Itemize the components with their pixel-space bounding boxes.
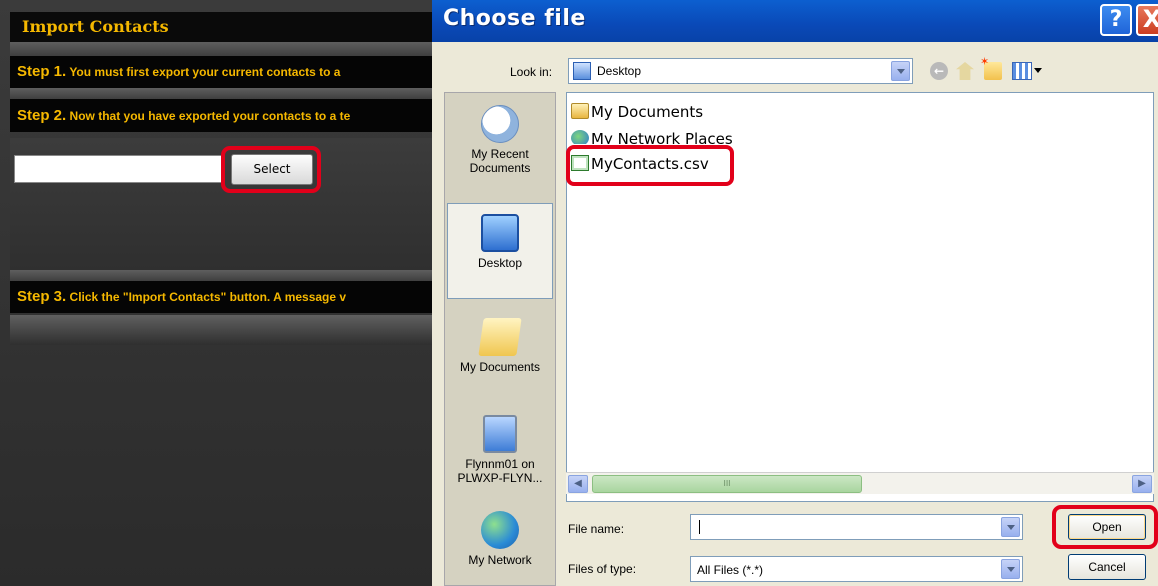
select-highlight-ring (221, 146, 321, 193)
new-folder-icon[interactable] (980, 55, 1002, 80)
folder-icon (571, 103, 589, 119)
chevron-down-icon[interactable] (1001, 559, 1020, 579)
desktop-icon (573, 62, 591, 80)
dialog-title: Choose file (443, 6, 586, 31)
separator (10, 88, 432, 99)
back-icon[interactable]: ← (930, 62, 948, 80)
separator (10, 270, 432, 281)
desktop-icon (481, 214, 519, 252)
place-my-computer[interactable]: Flynnm01 on PLWXP-FLYN... (447, 415, 553, 485)
step1-number: Step 1. (17, 63, 67, 80)
dialog-title-bar[interactable]: Choose file ? X (432, 0, 1158, 42)
up-folder-icon[interactable] (956, 62, 974, 80)
step3-text: Click the "Import Contacts" button. A me… (69, 290, 347, 304)
place-label: My Recent Documents (469, 147, 531, 175)
step3-number: Step 3. (17, 288, 67, 305)
scrollbar-thumb[interactable]: III (592, 475, 862, 493)
separator (10, 42, 432, 56)
clock-icon (481, 105, 519, 143)
scroll-right-icon[interactable]: ▶ (1132, 475, 1152, 493)
file-name-label: File name: (568, 522, 625, 536)
files-of-type-value: All Files (*.*) (697, 563, 764, 577)
open-highlight-ring (1052, 505, 1158, 549)
place-label: My Network (468, 553, 532, 567)
place-label: Desktop (477, 256, 523, 270)
scroll-left-icon[interactable]: ◀ (568, 475, 588, 493)
list-item[interactable]: My Documents (571, 103, 703, 121)
import-file-path-input[interactable] (14, 155, 224, 183)
close-button[interactable]: X (1136, 4, 1158, 36)
file-name: My Network Places (591, 130, 733, 144)
cancel-button[interactable]: Cancel (1068, 554, 1146, 580)
place-label: My Documents (459, 360, 541, 374)
network-globe-icon (571, 130, 589, 144)
places-bar: My Recent Documents Desktop My Documents… (444, 92, 556, 586)
chevron-down-icon[interactable] (891, 61, 910, 81)
horizontal-scrollbar[interactable]: ◀ III ▶ (566, 472, 1154, 494)
place-my-documents[interactable]: My Documents (447, 318, 553, 374)
choose-file-dialog: Choose file ? X Look in: Desktop ← My Re… (432, 0, 1158, 586)
step1-bar: Step 1. You must first export your curre… (10, 56, 432, 88)
network-globe-icon (481, 511, 519, 549)
step3-body (10, 315, 432, 345)
files-of-type-label: Files of type: (568, 562, 637, 576)
step3-bar: Step 3. Click the "Import Contacts" butt… (10, 281, 432, 313)
files-of-type-dropdown[interactable]: All Files (*.*) (690, 556, 1023, 582)
place-my-network[interactable]: My Network (447, 511, 553, 567)
step2-number: Step 2. (17, 107, 67, 124)
step1-text: You must first export your current conta… (69, 65, 341, 79)
import-contacts-title: Import Contacts (10, 12, 432, 42)
step2-text: Now that you have exported your contacts… (69, 109, 351, 123)
place-my-recent-documents[interactable]: My Recent Documents (447, 105, 553, 175)
step2-bar: Step 2. Now that you have exported your … (10, 99, 432, 132)
look-in-value: Desktop (597, 64, 642, 78)
chevron-down-icon[interactable] (1001, 517, 1020, 537)
look-in-label: Look in: (510, 65, 553, 79)
csv-highlight-ring (566, 145, 734, 186)
place-label: Flynnm01 on PLWXP-FLYN... (457, 457, 543, 485)
list-item[interactable]: My Network Places (571, 130, 733, 144)
help-button[interactable]: ? (1100, 4, 1132, 36)
views-menu-icon[interactable] (1012, 62, 1032, 80)
file-name-input[interactable] (690, 514, 1023, 540)
look-in-dropdown[interactable]: Desktop (568, 58, 913, 84)
folder-icon (478, 318, 522, 356)
place-desktop[interactable]: Desktop (447, 203, 553, 299)
computer-icon (483, 415, 517, 453)
views-dropdown-arrow-icon[interactable] (1034, 68, 1042, 73)
file-name: My Documents (591, 103, 704, 121)
import-contacts-panel: Import Contacts Step 1. You must first e… (0, 0, 432, 586)
